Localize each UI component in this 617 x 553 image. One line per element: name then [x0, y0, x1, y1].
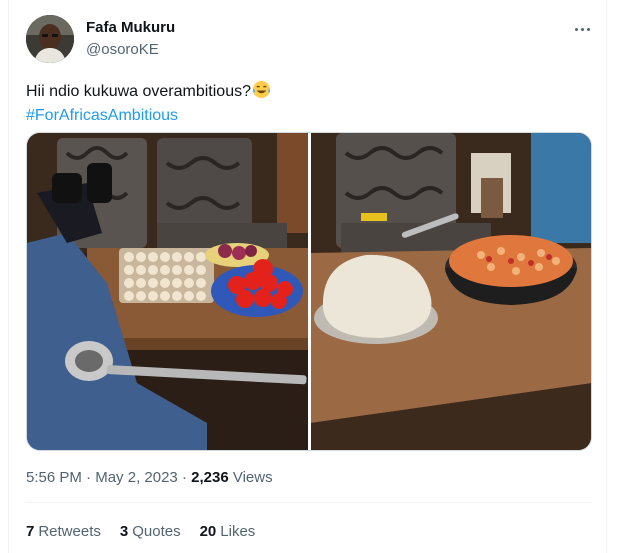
media-gallery[interactable] [26, 132, 592, 451]
retweets-stat[interactable]: 7 Retweets [26, 523, 101, 540]
tweet-date[interactable]: May 2, 2023 [95, 469, 178, 486]
tweet-body: Hii ndio kukuwa overambitious? [26, 83, 251, 100]
frame-border-right [606, 0, 607, 553]
meta-separator: · [181, 469, 187, 486]
meta-separator: · [86, 469, 92, 486]
engagement-stats: 7 Retweets 3 Quotes 20 Likes [26, 523, 255, 540]
quotes-label: Quotes [132, 523, 181, 540]
avatar-image [26, 15, 74, 63]
hashtag-link[interactable]: #ForAfricasAmbitious [26, 105, 586, 126]
likes-label: Likes [220, 523, 256, 540]
tweet-line-1: Hii ndio kukuwa overambitious? [26, 80, 586, 105]
tweet-text: Hii ndio kukuwa overambitious? #ForAfric… [26, 80, 586, 126]
photo-left[interactable] [27, 133, 308, 450]
avatar[interactable] [26, 15, 74, 63]
more-options-icon[interactable] [571, 20, 593, 38]
dot [586, 27, 590, 31]
photo-right[interactable] [311, 133, 591, 450]
divider [26, 502, 592, 503]
author-name[interactable]: Fafa Mukuru [86, 19, 175, 36]
views-count: 2,236 [191, 469, 229, 486]
photo-ugali-food [311, 133, 591, 450]
photo-eggs-tomatoes [27, 133, 308, 450]
retweets-label: Retweets [38, 523, 101, 540]
dot [580, 27, 584, 31]
frame-border-left [8, 0, 9, 553]
tweet-meta: 5:56 PM · May 2, 2023 · 2,236 Views [26, 469, 273, 486]
likes-count: 20 [199, 523, 217, 540]
views-label: Views [232, 469, 273, 486]
tweet-time[interactable]: 5:56 PM [26, 469, 82, 486]
likes-stat[interactable]: 20 Likes [200, 523, 256, 540]
author-handle[interactable]: @osoroKE [86, 41, 159, 58]
retweets-count: 7 [26, 523, 35, 540]
dot [574, 27, 578, 31]
face-with-tears-of-joy-icon [252, 80, 271, 105]
quotes-count: 3 [119, 523, 129, 540]
quotes-stat[interactable]: 3 Quotes [120, 523, 181, 540]
